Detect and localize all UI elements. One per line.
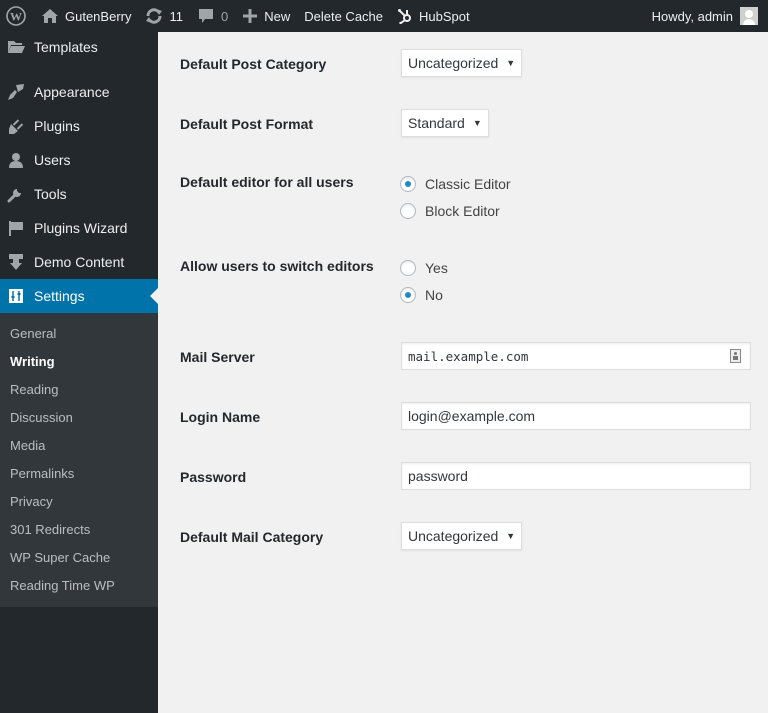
sidebar-item-tools[interactable]: Tools [0,177,158,211]
greeting: Howdy, admin [651,8,733,24]
wrench-icon [6,184,26,204]
default-post-category-label: Default Post Category [180,56,327,72]
hubspot-link[interactable]: HubSpot [390,0,477,32]
site-name-link[interactable]: GutenBerry [34,0,138,32]
password-label: Password [180,469,247,485]
submenu-item-wp-super-cache[interactable]: WP Super Cache [10,550,110,570]
dropdown-caret-icon: ▼ [506,58,516,68]
sidebar-item-label: Tools [34,186,67,202]
input-value: login@example.com [408,408,536,424]
submenu-item-general[interactable]: General [10,326,56,346]
allow-switch-label: Allow users to switch editors [180,258,374,274]
paintbrush-icon [6,82,26,102]
admin-sidebar: Templates Appearance Plugins Users Tools… [0,32,158,713]
default-editor-label: Default editor for all users [180,174,354,190]
sidebar-item-appearance[interactable]: Appearance [0,75,158,109]
sidebar-item-label: Users [34,152,71,168]
sidebar-item-label: Appearance [34,84,110,100]
plugin-icon [6,116,26,136]
radio-label: Classic Editor [425,176,511,192]
radio-button[interactable] [400,176,416,192]
wp-logo-menu[interactable]: W [0,0,34,32]
sidebar-item-label: Settings [34,288,85,304]
updates-count: 11 [169,8,183,24]
updates-icon [145,7,163,25]
sidebar-item-label: Demo Content [34,254,125,270]
default-post-format-select[interactable]: Standard ▼ [401,109,489,137]
settings-icon [6,286,26,306]
default-mail-category-label: Default Mail Category [180,529,324,545]
default-mail-category-select[interactable]: Uncategorized ▼ [401,522,523,550]
selected-value: Uncategorized [408,528,499,544]
radio-allow-switch-yes[interactable]: Yes [400,260,448,276]
contact-autofill-icon[interactable] [730,349,741,363]
plus-icon [242,8,258,24]
radio-allow-switch-no[interactable]: No [400,287,443,303]
submenu-item-discussion[interactable]: Discussion [10,410,73,430]
flag-icon [6,218,26,238]
radio-classic-editor[interactable]: Classic Editor [400,176,511,192]
password-input[interactable]: password [401,462,751,490]
radio-button[interactable] [400,260,416,276]
dropdown-caret-icon: ▼ [506,531,516,541]
submenu-item-301-redirects[interactable]: 301 Redirects [10,522,90,542]
submenu-item-writing[interactable]: Writing [10,354,55,374]
delete-cache-label: Delete Cache [304,8,384,24]
hubspot-icon [397,8,413,24]
default-post-category-select[interactable]: Uncategorized ▼ [401,49,523,77]
download-icon [6,252,26,272]
submenu-item-reading[interactable]: Reading [10,382,58,402]
site-name: GutenBerry [65,8,132,24]
sidebar-item-users[interactable]: Users [0,143,158,177]
login-name-input[interactable]: login@example.com [401,402,751,430]
selected-value: Standard [408,115,465,131]
radio-label: No [425,287,443,303]
mail-server-label: Mail Server [180,349,255,365]
login-name-label: Login Name [180,409,261,425]
submenu-item-permalinks[interactable]: Permalinks [10,466,74,486]
wordpress-logo-icon: W [6,6,26,26]
sidebar-item-settings[interactable]: Settings [0,279,158,313]
default-post-format-label: Default Post Format [180,116,314,132]
admin-bar: W GutenBerry 11 0 New Delete Cache HubSp… [0,0,768,32]
radio-button[interactable] [400,287,416,303]
sidebar-item-label: Plugins [34,118,80,134]
radio-label: Block Editor [425,203,500,219]
submenu-item-privacy[interactable]: Privacy [10,494,53,514]
sidebar-item-demo-content[interactable]: Demo Content [0,245,158,279]
hubspot-label: HubSpot [419,8,470,24]
comments-link[interactable]: 0 [190,0,235,32]
comments-count: 0 [220,8,229,24]
input-value: password [408,468,468,484]
user-icon [6,150,26,170]
comment-icon [197,7,215,25]
submenu-item-reading-time-wp[interactable]: Reading Time WP [10,578,115,598]
radio-block-editor[interactable]: Block Editor [400,203,500,219]
sidebar-item-label: Templates [34,39,98,55]
radio-label: Yes [425,260,448,276]
dropdown-caret-icon: ▼ [472,118,482,128]
sidebar-item-plugins[interactable]: Plugins [0,109,158,143]
folder-icon [6,37,26,57]
delete-cache-link[interactable]: Delete Cache [297,0,390,32]
submenu-item-media[interactable]: Media [10,438,45,458]
new-label: New [264,8,291,24]
radio-button[interactable] [400,203,416,219]
svg-text:W: W [10,10,22,24]
updates-link[interactable]: 11 [138,0,190,32]
sidebar-item-templates[interactable]: Templates [0,30,158,64]
sidebar-item-label: Plugins Wizard [34,220,128,236]
new-content-link[interactable]: New [235,0,297,32]
selected-value: Uncategorized [408,55,499,71]
sidebar-item-plugins-wizard[interactable]: Plugins Wizard [0,211,158,245]
mail-server-input[interactable]: mail.example.com [401,342,751,370]
my-account-link[interactable]: Howdy, admin [645,0,768,32]
home-icon [41,8,59,24]
settings-submenu: General Writing Reading Discussion Media… [0,313,158,607]
avatar [740,7,758,25]
input-value: mail.example.com [408,348,529,364]
